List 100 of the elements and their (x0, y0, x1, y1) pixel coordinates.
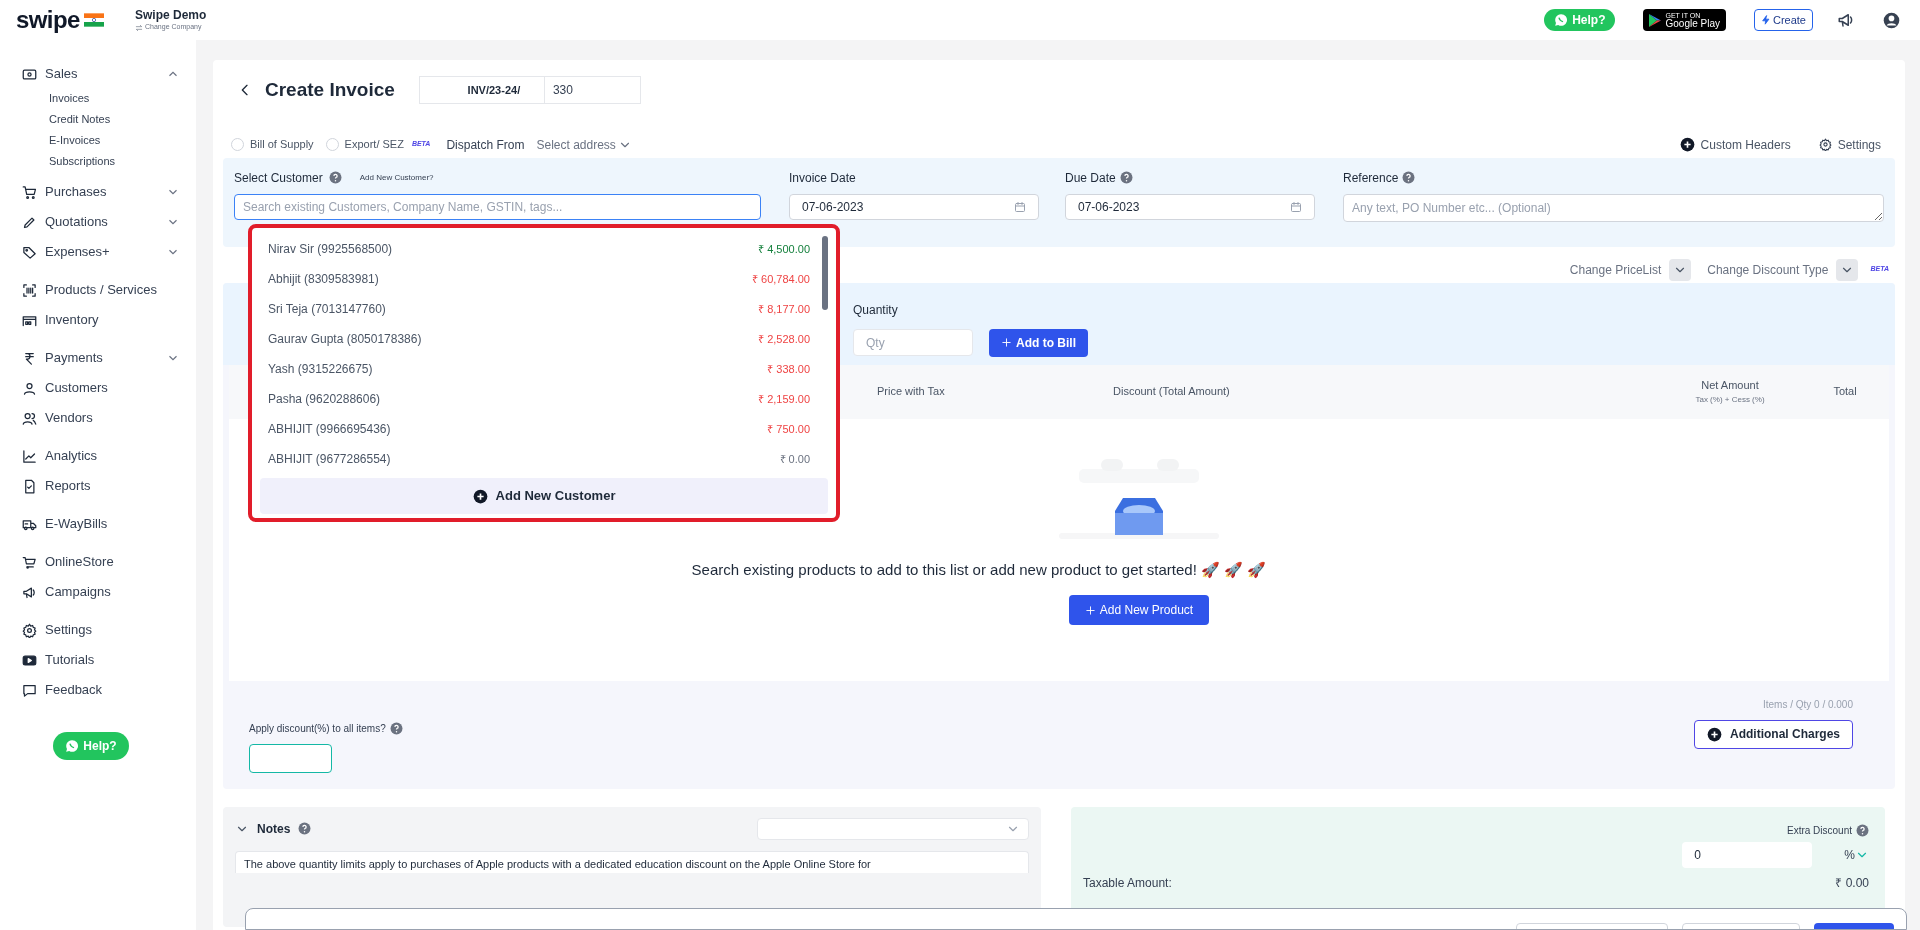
store-name: Google Play (1665, 18, 1720, 29)
discount-field[interactable] (249, 743, 332, 773)
customer-option[interactable]: Abhijit (8309583981) ₹ 60,784.00 (260, 264, 818, 294)
plus-circle-icon (1679, 137, 1695, 152)
customer-balance: ₹ 60,784.00 (752, 271, 810, 287)
gear-icon (22, 622, 37, 638)
empty-state-message: Search existing products to add to this list or add new product to get started! 🚀 🚀 🚀 (691, 559, 1267, 580)
customer-option[interactable]: Nirav Sir (9925568500) ₹ 4,500.00 (260, 234, 818, 264)
help-icon (298, 822, 312, 835)
taxable-amount-label: Taxable Amount: (1083, 874, 1172, 892)
sidebar-item[interactable]: Payments (22, 346, 180, 370)
sidebar-subitem[interactable]: Credit Notes (49, 109, 180, 130)
custom-headers-button[interactable]: Custom Headers (1679, 135, 1791, 154)
column-header: Discount (Total Amount) (1113, 384, 1231, 400)
sidebar-subitem[interactable]: Invoices (49, 88, 180, 109)
sidebar-item[interactable]: Products / Services (22, 278, 180, 302)
sidebar-subitem[interactable]: E-Invoices (49, 130, 180, 151)
reference-field[interactable]: Any text, PO Number etc... (Optional) (1343, 193, 1884, 222)
customer-balance: ₹ 8,177.00 (758, 301, 810, 317)
date-field[interactable]: 07-06-2023 (1065, 193, 1315, 220)
customer-option[interactable]: ABHIJIT (9677286554) ₹ 0.00 (260, 444, 818, 474)
gear-icon (1818, 138, 1832, 151)
sidebar-item[interactable]: Campaigns (22, 580, 180, 604)
radio-label: Export/ SEZ (344, 137, 404, 153)
notes-title: Notes (257, 820, 291, 838)
field-label: Due Date (1065, 169, 1116, 187)
chat-bubble-icon (65, 739, 80, 753)
sidebar-item[interactable]: Reports (22, 474, 180, 498)
add-new-customer-button[interactable]: Add New Customer (260, 478, 828, 514)
sidebar-item[interactable]: Quotations (22, 210, 180, 234)
megaphone-icon (1837, 11, 1855, 29)
customer-balance: ₹ 750.00 (767, 421, 810, 437)
discount-type-dropdown[interactable] (1836, 258, 1859, 281)
sidebar-item[interactable]: Customers (22, 376, 180, 400)
help-icon (1402, 171, 1416, 184)
sidebar-item[interactable]: E-WayBills (22, 512, 180, 536)
items-summary: Items / Qty 0 / 0.000 (1762, 697, 1853, 712)
sidebar-item[interactable]: Settings (22, 618, 180, 642)
sidebar-item[interactable]: Tutorials (22, 648, 180, 672)
column-header: Price with Tax (877, 384, 946, 400)
settings-button[interactable]: Settings (1818, 135, 1881, 154)
customer-option[interactable]: Yash (9315226675) ₹ 338.00 (260, 354, 818, 384)
customer-option[interactable]: Sri Teja (7013147760) ₹ 8,177.00 (260, 294, 818, 324)
plus-circle-icon (472, 488, 488, 504)
plus-icon (1084, 604, 1096, 616)
customer-balance: ₹ 0.00 (779, 451, 810, 467)
user-icon (22, 380, 37, 396)
user-avatar-icon[interactable] (1883, 11, 1900, 29)
customer-option[interactable]: Gaurav Gupta (8050178386) ₹ 2,528.00 (260, 324, 818, 354)
company-name: Swipe Demo (135, 8, 207, 24)
users-icon (22, 410, 37, 426)
notes-field[interactable]: The above quantity limits apply to purchases of Apple products with a dedicated education discount on the Apple Online Store for (235, 850, 1029, 873)
plus-circle-icon (1707, 726, 1722, 742)
add-customer-link[interactable]: Add New Customer? (359, 171, 434, 184)
tag-icon (22, 244, 37, 260)
scrollbar-thumb[interactable] (822, 236, 828, 310)
chat-icon (22, 682, 37, 698)
field-label: Select Customer (234, 169, 323, 187)
date-field[interactable]: 07-06-2023 (789, 193, 1039, 220)
radio-button[interactable] (231, 138, 244, 151)
create-button[interactable]: Create (1753, 9, 1813, 31)
quantity-field[interactable]: Qty (853, 329, 973, 356)
add-to-bill-button[interactable]: Add to Bill (989, 328, 1088, 357)
field-label: Apply discount(%) to all items? (249, 721, 386, 736)
sidebar-item[interactable]: Feedback (22, 678, 180, 702)
pricelist-label: Change PriceList (1569, 261, 1662, 279)
extra-discount-field[interactable]: 0 (1682, 841, 1813, 868)
help-icon (1856, 823, 1869, 837)
sidebar-item[interactable]: Inventory (22, 308, 180, 332)
additional-charges-button[interactable]: Additional Charges (1694, 719, 1853, 749)
page-title: Create Invoice (265, 78, 395, 102)
discount-unit-select[interactable]: % (1844, 845, 1869, 864)
customer-search-field[interactable]: Search existing Customers, Company Name, GSTIN, tags... (234, 193, 761, 220)
help-icon (389, 721, 403, 735)
customer-option[interactable]: ABHIJIT (9966695436) ₹ 750.00 (260, 414, 818, 444)
sidebar-item[interactable]: Vendors (22, 406, 180, 430)
play-triangle-icon (1649, 13, 1662, 27)
sidebar-subitem[interactable]: Subscriptions (49, 151, 180, 172)
store-icon (22, 554, 37, 570)
notes-template-select[interactable] (757, 817, 1029, 840)
sidebar-item[interactable]: Analytics (22, 444, 180, 468)
cart-icon (22, 184, 37, 200)
sidebar-item[interactable]: Sales (22, 62, 180, 86)
field-label: Quantity (853, 302, 898, 317)
help-icon (1119, 171, 1133, 184)
invoice-number-field[interactable]: 330 (544, 76, 641, 105)
play-icon (22, 652, 37, 668)
customer-balance: ₹ 2,528.00 (758, 331, 810, 347)
pricelist-dropdown[interactable] (1669, 258, 1692, 281)
sidebar-item[interactable]: OnlineStore (22, 550, 180, 574)
add-new-product-button[interactable]: Add New Product (1068, 595, 1210, 625)
dispatch-address-select[interactable]: Select address (536, 135, 632, 154)
radio-button[interactable] (325, 138, 339, 151)
taxable-amount-value: ₹ 0.00 (1835, 874, 1869, 892)
field-label: Extra Discount (1786, 823, 1852, 838)
customer-option[interactable]: Pasha (9620288606) ₹ 2,159.00 (260, 384, 818, 414)
sidebar-item[interactable]: Purchases (22, 180, 180, 204)
column-subheader: Tax (%) + Cess (%) (1695, 393, 1765, 406)
calendar-icon (1290, 200, 1302, 213)
sidebar-item[interactable]: Expenses+ (22, 240, 180, 264)
